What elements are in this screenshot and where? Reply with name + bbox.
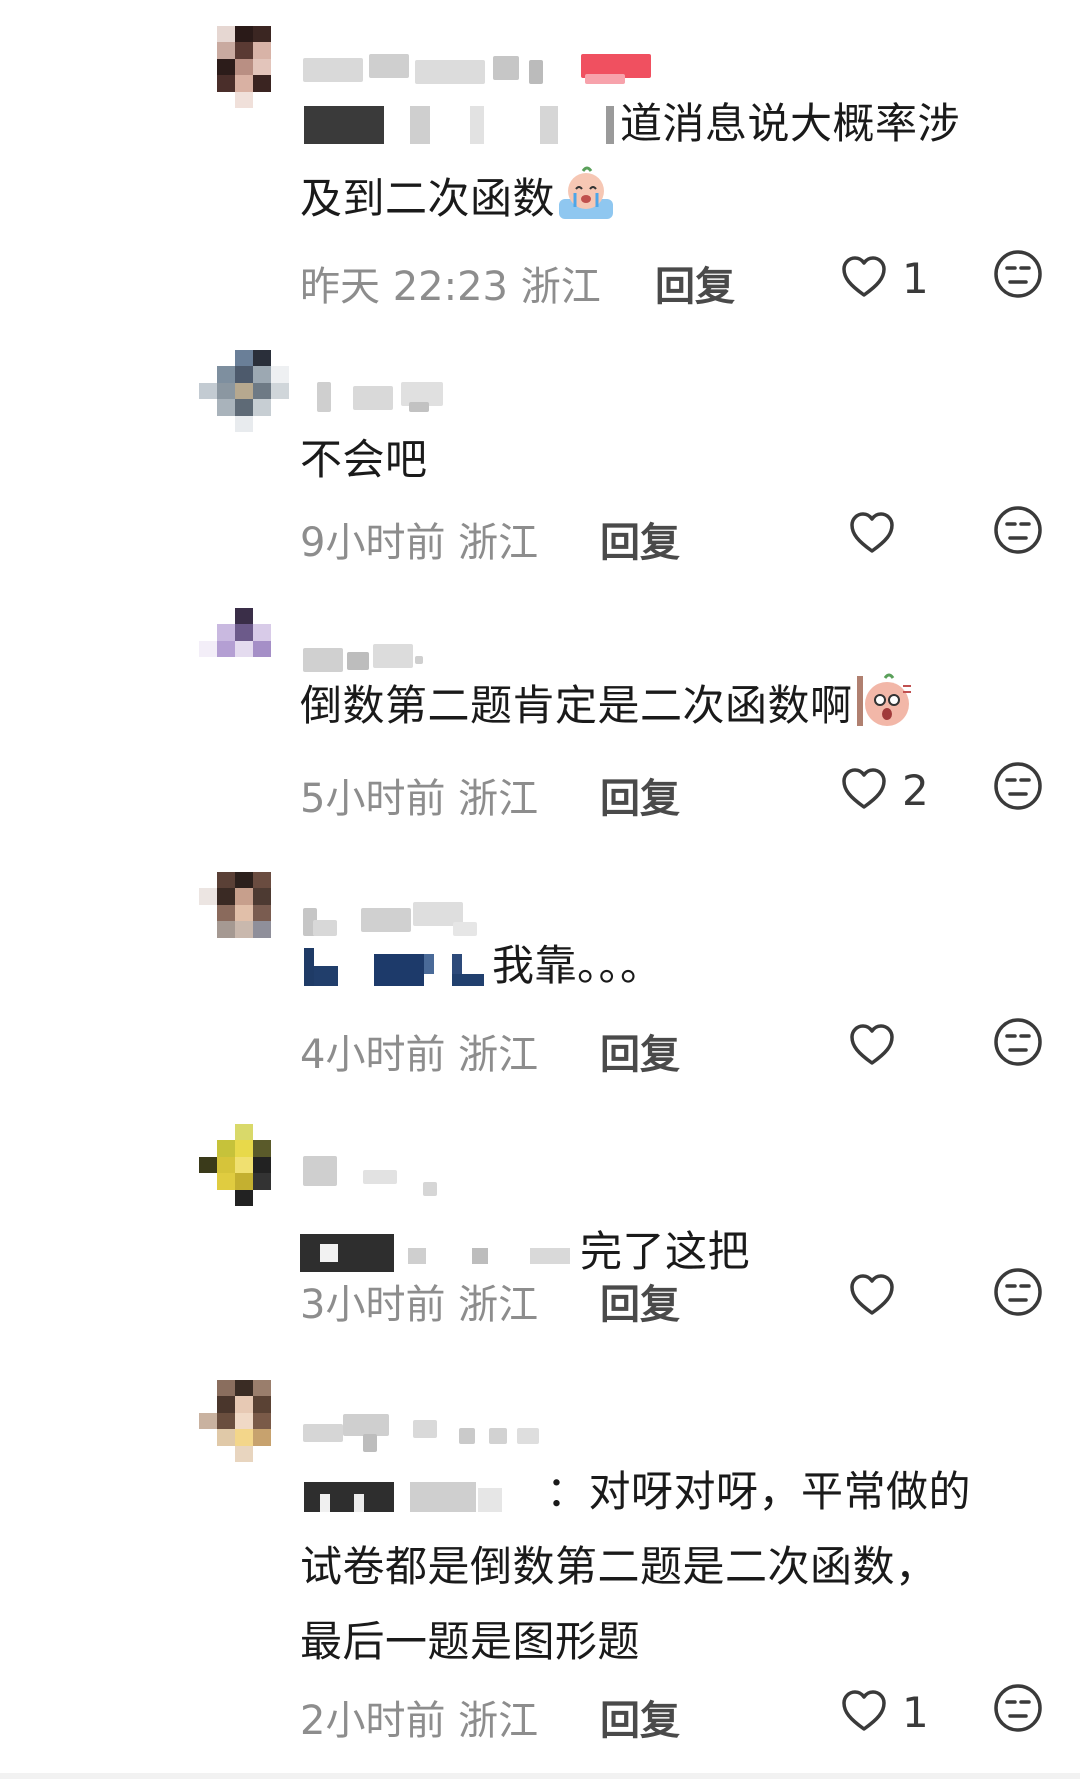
bottom-divider bbox=[0, 1773, 1080, 1779]
comment-text: 不会吧 bbox=[300, 422, 1020, 497]
comment-text-line: 不会吧 bbox=[300, 435, 428, 484]
heart-icon bbox=[850, 1274, 894, 1315]
avatar[interactable] bbox=[199, 872, 289, 954]
comment-meta: 2小时前 浙江 回复 1 bbox=[300, 1682, 1060, 1744]
comment-meta: 9小时前 浙江 回复 bbox=[300, 504, 1060, 566]
heart-icon bbox=[850, 512, 894, 553]
comment-text: ：对呀对呀，平常做的 试卷都是倒数第二题是二次函数， 最后一题是图形题 bbox=[300, 1454, 1020, 1679]
reply-button[interactable]: 回复 bbox=[600, 766, 680, 824]
reply-button[interactable]: 回复 bbox=[600, 510, 680, 568]
comment-time: 4小时前 浙江 bbox=[300, 1032, 539, 1078]
comment-thread: 道消息说大概率涉 及到二次函数 昨天 22:23 浙江 回复 1 不会吧 9小时… bbox=[0, 0, 1080, 1779]
comment-text-line: ：对呀对呀，平常做的 bbox=[546, 1467, 972, 1516]
like-button[interactable]: 1 bbox=[840, 1688, 960, 1738]
dislike-face-icon[interactable] bbox=[992, 1682, 1044, 1734]
comment-text-line: 试卷都是倒数第二题是二次函数， bbox=[300, 1542, 938, 1591]
avatar[interactable] bbox=[199, 1380, 289, 1462]
comment-meta: 昨天 22:23 浙江 回复 1 bbox=[300, 248, 1060, 310]
dislike-face-icon[interactable] bbox=[992, 504, 1044, 556]
like-button[interactable] bbox=[848, 1272, 968, 1322]
dislike-face-icon[interactable] bbox=[992, 1016, 1044, 1068]
crying-sticker-icon bbox=[557, 165, 615, 223]
dislike-face-icon[interactable] bbox=[992, 1266, 1044, 1318]
comment-time: 9小时前 浙江 bbox=[300, 520, 539, 566]
reply-button[interactable]: 回复 bbox=[600, 1688, 680, 1746]
mosaic-mention bbox=[300, 106, 620, 144]
avatar[interactable] bbox=[199, 1124, 289, 1206]
avatar[interactable] bbox=[199, 26, 289, 108]
avatar[interactable] bbox=[199, 608, 289, 690]
comment-meta: 5小时前 浙江 回复 2 bbox=[300, 760, 1060, 822]
comment-meta: 4小时前 浙江 回复 bbox=[300, 1016, 1060, 1078]
comment-text-line: 道消息说大概率涉 bbox=[620, 99, 961, 148]
like-button[interactable]: 2 bbox=[840, 766, 960, 816]
comment-text: 我靠。。。 bbox=[300, 928, 1020, 1003]
reply-button[interactable]: 回复 bbox=[600, 1022, 680, 1080]
mosaic-mention bbox=[300, 1474, 546, 1512]
heart-icon bbox=[842, 768, 886, 809]
like-count: 1 bbox=[902, 1688, 929, 1737]
comment-text-line: 倒数第二题肯定是二次函数啊 bbox=[300, 681, 853, 730]
comment-text-line: 我靠。。。 bbox=[492, 941, 663, 990]
dislike-face-icon[interactable] bbox=[992, 760, 1044, 812]
heart-icon bbox=[850, 1024, 894, 1065]
like-button[interactable]: 1 bbox=[840, 254, 960, 304]
like-button[interactable] bbox=[848, 1022, 968, 1072]
comment-text-line: 最后一题是图形题 bbox=[300, 1617, 641, 1666]
comment-text: 道消息说大概率涉 及到二次函数 bbox=[300, 86, 1020, 236]
comment-time: 3小时前 浙江 bbox=[300, 1282, 539, 1328]
comment-time: 昨天 22:23 浙江 bbox=[300, 264, 601, 310]
comment-time: 5小时前 浙江 bbox=[300, 776, 539, 822]
comment-text-line: 及到二次函数 bbox=[300, 174, 556, 223]
avatar[interactable] bbox=[199, 350, 289, 432]
comment-meta: 3小时前 浙江 回复 bbox=[300, 1266, 1060, 1328]
reply-button[interactable]: 回复 bbox=[600, 1272, 680, 1330]
like-count: 2 bbox=[902, 766, 929, 815]
like-count: 1 bbox=[902, 254, 929, 303]
like-button[interactable] bbox=[848, 510, 968, 560]
dislike-face-icon[interactable] bbox=[992, 248, 1044, 300]
heart-icon bbox=[842, 1690, 886, 1731]
mosaic-mention bbox=[300, 948, 492, 986]
reply-button[interactable]: 回复 bbox=[655, 254, 735, 312]
comment-time: 2小时前 浙江 bbox=[300, 1698, 539, 1744]
heart-icon bbox=[842, 256, 886, 297]
comment-text: 倒数第二题肯定是二次函数啊 bbox=[300, 668, 1020, 743]
shocked-sticker-icon bbox=[855, 672, 913, 730]
